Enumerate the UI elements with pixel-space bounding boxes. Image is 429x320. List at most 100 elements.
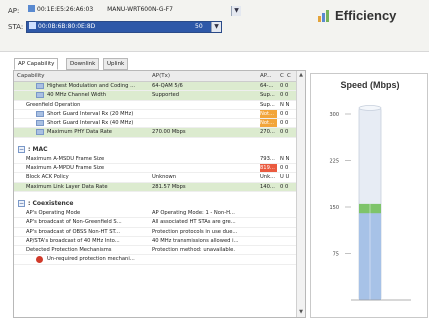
row-client: 0 0 (280, 183, 289, 190)
row-ap-tx: 64-QAM 5/6 (152, 83, 183, 89)
chevron-down-icon[interactable]: ▼ (211, 22, 221, 32)
row-capability: Maximum A-MPDU Frame Size (26, 165, 105, 172)
table-row[interactable]: 40 MHz Channel Width Supported Sup... 0 0 (14, 91, 297, 101)
table-row[interactable]: Maximum Link Layer Data Rate 281.57 Mbps 1… (14, 182, 297, 192)
chevron-down-icon[interactable]: ▼ (231, 6, 241, 16)
row-ap-rx: 819... (260, 164, 277, 173)
page-title: Efficiency (335, 8, 397, 23)
row-capability: Maximum PHY Data Rate (47, 129, 112, 136)
row-capability: AP/STA's broadcast of 40 MHz Into... (26, 237, 120, 244)
row-capability: Detected Protection Mechanisms (26, 247, 112, 254)
y-tick-label: 75 (333, 252, 339, 258)
row-client: 0 0 (280, 92, 289, 99)
row-capability: Maximum A-MSDU Frame Size (26, 155, 105, 162)
section-header[interactable]: −: Coexistence (14, 196, 297, 209)
ap-label: AP: (8, 7, 20, 15)
table-row[interactable]: Greenfield Operation Sup... N N (14, 101, 297, 110)
toolbar: AP: 00:1E:E5:26:A6:03 MANU-WRT600N-G-F7 … (0, 0, 429, 52)
table-row[interactable]: Detected Protection Mechanisms Protection… (14, 246, 297, 256)
capability-table: Capability AP(Tx) AP... C C Highest Modu… (13, 70, 306, 318)
ap-selector[interactable]: 00:1E:E5:26:A6:03 MANU-WRT600N-G-F7 ▼ (26, 5, 246, 17)
capability-icon (36, 120, 44, 127)
y-tick-label: 150 (329, 205, 339, 211)
table-row[interactable]: Maximum PHY Data Rate 270.00 Mbps 270... 0 … (14, 128, 297, 138)
row-client: N N (280, 101, 290, 108)
collapse-icon[interactable]: − (18, 199, 25, 207)
table-row[interactable]: Maximum A-MPDU Frame Size 819... 0 0 (14, 164, 297, 174)
row-capability: 40 MHz Channel Width (47, 92, 107, 99)
row-client: 0 0 (280, 120, 289, 127)
row-ap-tx: 270.00 Mbps (152, 129, 186, 136)
tab-ap-capability[interactable]: AP Capability (14, 58, 59, 70)
col-capability[interactable]: Capability (17, 73, 45, 79)
bar-chart-icon (318, 10, 329, 22)
table-row[interactable]: Un-required protection mechani... (14, 255, 297, 265)
tab-downlink[interactable]: Downlink (66, 58, 100, 70)
table-row[interactable]: AP's Operating Mode AP Operating Mode: 1 … (14, 209, 297, 219)
table-row[interactable]: AP's broadcast of OBSS Non-HT ST... Prote… (14, 228, 297, 237)
row-ap-tx: AP Operating Mode: 1 - Non-H... (152, 209, 235, 216)
row-ap-rx: Not... (260, 119, 277, 128)
table-row[interactable]: Short Guard Interval Rx (40 MHz) Not... 0 … (14, 119, 297, 129)
tube-top (358, 105, 382, 111)
row-client: 0 0 (280, 83, 289, 89)
sta-label: STA: (8, 23, 24, 31)
row-ap-rx: Sup... (260, 101, 275, 108)
row-capability: Short Guard Interval Rx (20 MHz) (47, 110, 134, 117)
tab-uplink[interactable]: Uplink (103, 58, 129, 70)
row-ap-rx: Unk... (260, 174, 276, 181)
ap-mac: 00:1E:E5:26:A6:03 (37, 6, 94, 13)
row-ap-tx: All associated HT STAs are gre... (152, 219, 236, 226)
capability-icon (36, 129, 44, 136)
section-title: : Coexistence (28, 199, 74, 207)
row-capability: Greenfield Operation (26, 101, 81, 108)
scroll-down-icon[interactable]: ▼ (297, 308, 305, 317)
row-capability: AP's broadcast of Non-Greenfield S... (26, 219, 122, 226)
row-ap-tx: Protection method: unavailable. (152, 247, 235, 254)
warning-icon (36, 256, 43, 264)
capability-icon (36, 83, 44, 89)
col-c2[interactable]: C (287, 73, 291, 79)
scroll-up-icon[interactable]: ▲ (297, 71, 305, 80)
row-ap-rx: 793... (260, 155, 275, 162)
row-ap-rx: Not... (260, 109, 277, 119)
row-ap-tx: Protection protocols in use due... (152, 228, 238, 235)
row-client: N N (280, 155, 290, 162)
table-row[interactable]: AP/STA's broadcast of 40 MHz Into... 40 M… (14, 237, 297, 247)
sta-mac: 00:0B:6B:80:0E:8D (38, 23, 96, 30)
vertical-scrollbar[interactable]: ▲ ▼ (296, 71, 305, 317)
row-capability: Block ACK Policy (26, 174, 69, 181)
table-row[interactable]: Short Guard Interval Rx (20 MHz) Not... 0 … (14, 109, 297, 120)
section-title: : MAC (28, 145, 48, 153)
sta-selector[interactable]: 00:0B:6B:80:0E:8D 50 ▼ (26, 21, 222, 33)
row-capability: Short Guard Interval Rx (40 MHz) (47, 120, 134, 127)
sta-suffix: 50 (195, 23, 203, 30)
row-client: 0 0 (280, 165, 289, 172)
row-ap-tx: Supported (152, 92, 179, 99)
y-tick-label: 300 (329, 112, 339, 118)
table-row[interactable]: Maximum A-MSDU Frame Size 793... N N (14, 155, 297, 165)
collapse-icon[interactable]: − (18, 145, 25, 153)
col-ap-tx[interactable]: AP(Tx) (152, 73, 170, 79)
row-capability: AP's Operating Mode (26, 209, 81, 216)
row-capability: AP's broadcast of OBSS Non-HT ST... (26, 228, 120, 235)
y-tick-label: 225 (329, 159, 339, 165)
table-row[interactable]: Block ACK Policy Unknown Unk... U U (14, 173, 297, 183)
col-ap-rx[interactable]: AP... (260, 73, 271, 79)
row-capability: Maximum Link Layer Data Rate (26, 183, 108, 190)
row-capability: Highest Modulation and Coding ... (47, 83, 136, 89)
section-header[interactable]: −: MAC (14, 142, 297, 155)
row-ap-rx: 64-... (260, 83, 274, 89)
table-row[interactable]: Highest Modulation and Coding ... 64-QAM … (14, 82, 297, 92)
row-client: 0 0 (280, 129, 289, 136)
capability-icon (36, 92, 44, 99)
row-ap-rx: 270... (260, 129, 275, 136)
row-client: U U (280, 174, 290, 181)
table-header: Capability AP(Tx) AP... C C (14, 71, 297, 82)
table-body: Highest Modulation and Coding ... 64-QAM … (14, 82, 297, 265)
station-icon (29, 22, 36, 29)
table-row[interactable]: AP's broadcast of Non-Greenfield S... All… (14, 218, 297, 228)
row-ap-tx: Unknown (152, 174, 177, 181)
col-c1[interactable]: C (280, 73, 284, 79)
speed-panel: Speed (Mbps) 300 225 150 75 (310, 73, 428, 318)
